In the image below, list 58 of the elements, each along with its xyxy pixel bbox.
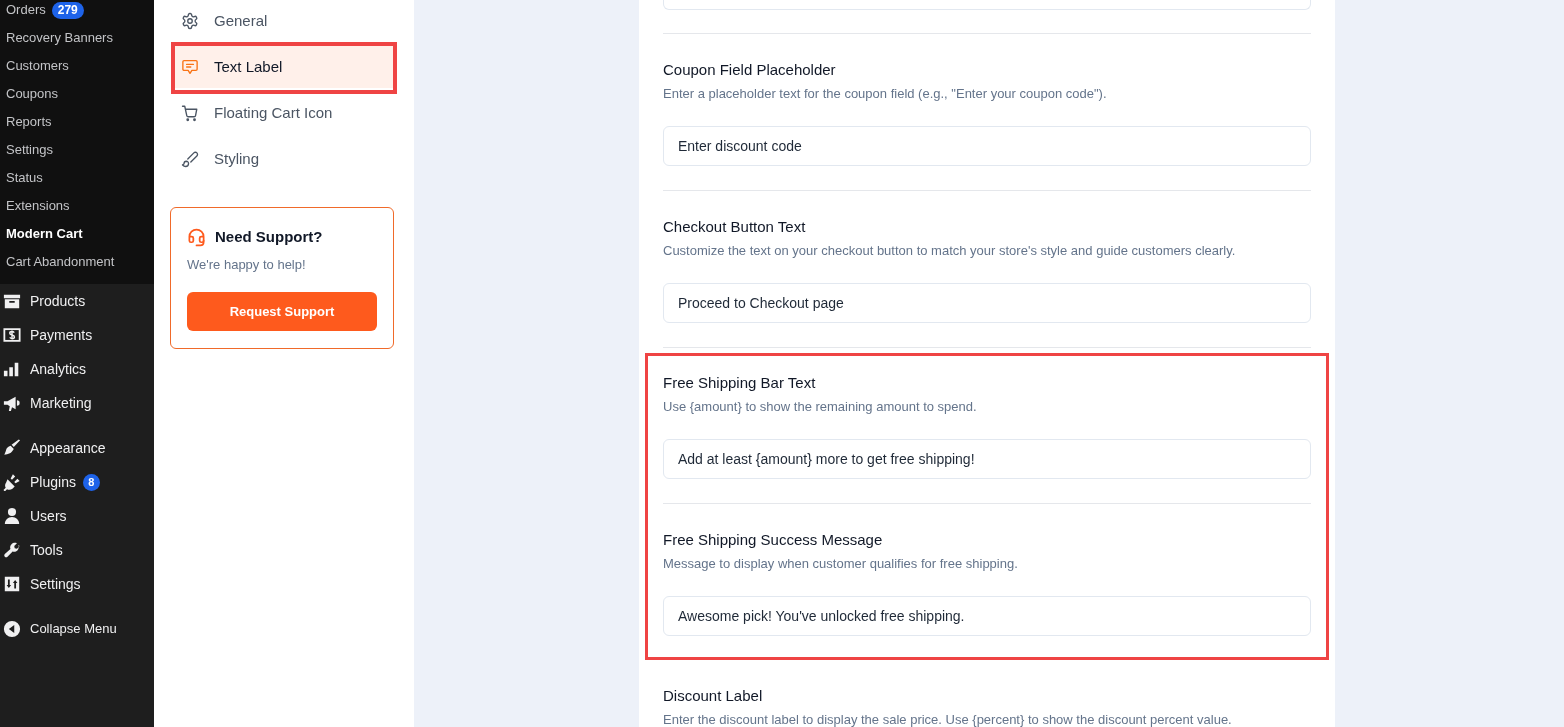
headset-icon: [187, 227, 206, 247]
up-down-arrows-icon: [3, 575, 21, 593]
menu-item[interactable]: Settings: [0, 567, 154, 601]
menu-item[interactable]: Analytics: [0, 352, 154, 386]
wrench-icon: [3, 541, 21, 559]
field-label: Checkout Button Text: [663, 217, 807, 237]
circle-arrow-icon: [3, 620, 21, 638]
menu-item[interactable]: Plugins 8: [0, 465, 154, 499]
submenu-item[interactable]: Modern Cart: [0, 220, 154, 248]
nav-item[interactable]: Styling: [172, 138, 396, 180]
card-text: We're happy to help!: [187, 256, 307, 274]
submenu-item[interactable]: Recovery Banners: [0, 24, 154, 52]
dollar-icon: [3, 326, 21, 344]
field-description: Enter a placeholder text for the coupon field (e.g., "Enter your coupon code").: [663, 85, 1108, 103]
count-badge: 279: [51, 1, 84, 19]
plug-icon: [3, 473, 21, 491]
count-badge: 8: [82, 473, 100, 491]
menu-item[interactable]: Appearance: [0, 431, 154, 465]
nav-item[interactable]: Text Label: [172, 46, 396, 88]
menu-item[interactable]: Products: [0, 284, 154, 318]
field-description: Enter the discount label to display the sale price. Use {percent} to show the discount percent value.: [663, 711, 1233, 727]
text-field[interactable]: Proceed to Checkout page: [663, 283, 1311, 323]
card-title: Need Support?: [215, 227, 323, 247]
field-label: Free Shipping Bar Text: [663, 373, 817, 393]
chat-bubble-icon: [181, 58, 199, 76]
text-field[interactable]: Enter discount code: [663, 126, 1311, 166]
field-label: Coupon Field Placeholder: [663, 60, 837, 80]
field-description: Message to display when customer qualifies for free shipping.: [663, 555, 1019, 573]
user-icon: [3, 507, 21, 525]
menu-item[interactable]: Marketing: [0, 386, 154, 420]
submenu-item[interactable]: Status: [0, 164, 154, 192]
bar-chart-icon: [3, 360, 21, 378]
menu-item[interactable]: Payments: [0, 318, 154, 352]
nav-item[interactable]: General: [172, 0, 396, 42]
nav-item[interactable]: Floating Cart Icon: [172, 92, 396, 134]
submenu-item[interactable]: Orders 279: [0, 0, 154, 24]
menu-item[interactable]: Users: [0, 499, 154, 533]
text-field[interactable]: Add at least {amount} more to get free shipping!: [663, 439, 1311, 479]
submenu-item[interactable]: Coupons: [0, 80, 154, 108]
cart-icon: [181, 104, 199, 122]
paintbrush-icon: [3, 439, 21, 457]
megaphone-icon: [3, 394, 21, 412]
field-label: Free Shipping Success Message: [663, 530, 884, 550]
submenu-item[interactable]: Settings: [0, 136, 154, 164]
submenu-item[interactable]: Extensions: [0, 192, 154, 220]
menu-item[interactable]: Tools: [0, 533, 154, 567]
submenu-item[interactable]: Reports: [0, 108, 154, 136]
collapse-menu-button[interactable]: Collapse Menu: [0, 612, 154, 646]
field-description: Use {amount} to show the remaining amount to spend.: [663, 398, 978, 416]
submenu-item[interactable]: Cart Abandonment: [0, 248, 154, 276]
field-label: Discount Label: [663, 686, 764, 706]
field-description: Customize the text on your checkout button to match your store's style and guide customers clearly.: [663, 242, 1237, 260]
archive-box-icon: [3, 292, 21, 310]
submenu-item[interactable]: Customers: [0, 52, 154, 80]
text-field[interactable]: Awesome pick! You've unlocked free shipping.: [663, 596, 1311, 636]
brush-icon: [181, 150, 199, 168]
settings-icon: [181, 12, 199, 30]
input-field[interactable]: [663, 0, 1311, 10]
